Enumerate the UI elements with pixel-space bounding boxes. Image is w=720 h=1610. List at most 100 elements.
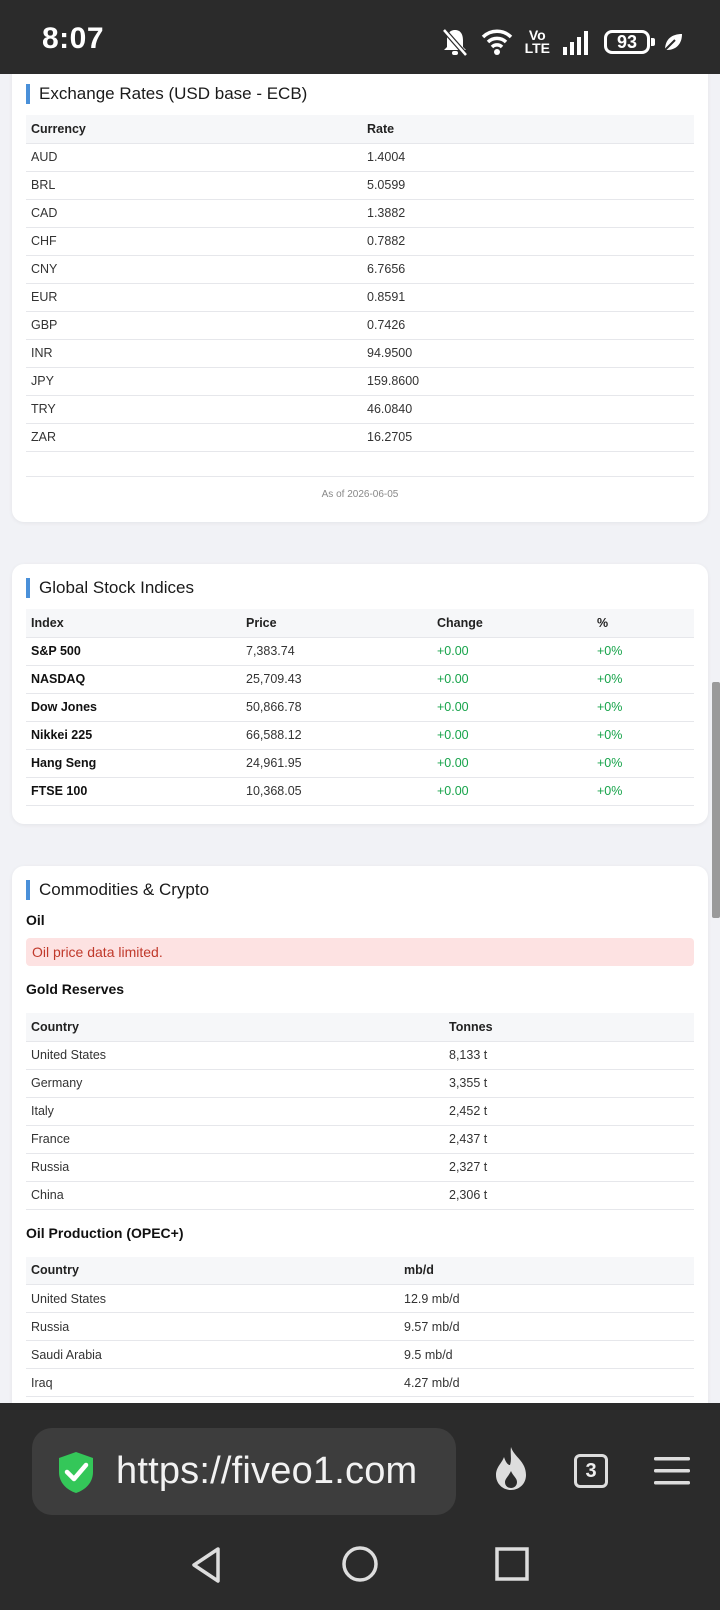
table-row: FTSE 100 10,368.05 +0.00 +0% [26, 777, 694, 806]
col-rate: Rate [362, 115, 694, 144]
col-tonnes: Tonnes [444, 1013, 694, 1042]
tonnes-cell: 2,452 t [444, 1097, 694, 1126]
table-row: Saudi Arabia 9.5 mb/d [26, 1340, 694, 1369]
rate-cell: 6.7656 [362, 255, 694, 284]
tonnes-cell: 2,327 t [444, 1153, 694, 1182]
commodities-title: Commodities & Crypto [26, 880, 694, 900]
table-row: Dow Jones 50,866.78 +0.00 +0% [26, 693, 694, 722]
currency-cell: JPY [26, 367, 362, 396]
percent-cell: +0% [592, 665, 694, 694]
table-row: ZAR 16.2705 [26, 423, 694, 452]
table-row: NASDAQ 25,709.43 +0.00 +0% [26, 665, 694, 694]
rate-cell: 46.0840 [362, 395, 694, 424]
table-row: AUD 1.4004 [26, 143, 694, 172]
recents-icon[interactable] [494, 1546, 530, 1582]
table-row: Nikkei 225 66,588.12 +0.00 +0% [26, 721, 694, 750]
page-content[interactable]: Exchange Rates (USD base - ECB) Currency… [0, 74, 720, 1403]
table-row: China 2,306 t [26, 1181, 694, 1210]
home-icon[interactable] [341, 1545, 379, 1583]
tonnes-cell: 8,133 t [444, 1041, 694, 1070]
rate-cell: 0.7882 [362, 227, 694, 256]
as-of-date: As of 2026-06-05 [26, 475, 694, 512]
commodities-card: Commodities & Crypto Oil Oil price data … [12, 866, 708, 1403]
currency-cell: EUR [26, 283, 362, 312]
production-cell: 12.9 mb/d [399, 1284, 694, 1313]
table-header-row: Index Price Change % [26, 609, 694, 638]
production-cell: 9.57 mb/d [399, 1312, 694, 1341]
table-row: Hang Seng 24,961.95 +0.00 +0% [26, 749, 694, 778]
table-header-row: Country Tonnes [26, 1013, 694, 1042]
currency-cell: TRY [26, 395, 362, 424]
rate-cell: 5.0599 [362, 171, 694, 200]
col-price: Price [241, 609, 432, 638]
gold-heading: Gold Reserves [26, 981, 125, 997]
index-name-cell: S&P 500 [26, 637, 241, 666]
change-cell: +0.00 [432, 637, 592, 666]
change-cell: +0.00 [432, 693, 592, 722]
status-icons: Vo LTE 93 [441, 24, 684, 60]
exchange-rates-table: Currency Rate AUD 1.4004 BRL 5.0599 CAD 1.388… [26, 115, 694, 452]
table-row: CNY 6.7656 [26, 255, 694, 284]
oil-alert: Oil price data limited. [26, 938, 694, 966]
table-row: EUR 0.8591 [26, 283, 694, 312]
table-row: Germany 3,355 t [26, 1069, 694, 1098]
table-row: United States 8,133 t [26, 1041, 694, 1070]
flame-icon[interactable] [492, 1445, 530, 1491]
address-bar[interactable]: https://fiveo1.com [32, 1428, 456, 1515]
rate-cell: 1.4004 [362, 143, 694, 172]
country-cell: France [26, 1125, 444, 1154]
table-row: INR 94.9500 [26, 339, 694, 368]
index-name-cell: Hang Seng [26, 749, 241, 778]
index-name-cell: FTSE 100 [26, 777, 241, 806]
price-cell: 25,709.43 [241, 665, 432, 694]
production-cell: 9.5 mb/d [399, 1340, 694, 1369]
browser-toolbar: https://fiveo1.com 3 [0, 1403, 720, 1525]
change-cell: +0.00 [432, 721, 592, 750]
opec-heading: Oil Production (OPEC+) [26, 1224, 184, 1241]
stock-indices-table: Index Price Change % S&P 500 7,383.74 +0.0… [26, 609, 694, 806]
table-row: CHF 0.7882 [26, 227, 694, 256]
production-cell: 4.27 mb/d [399, 1368, 694, 1397]
exchange-rates-card: Exchange Rates (USD base - ECB) Currency… [12, 74, 708, 522]
price-cell: 7,383.74 [241, 637, 432, 666]
table-row: Italy 2,452 t [26, 1097, 694, 1126]
country-cell: United States [26, 1284, 399, 1313]
battery-icon: 93 [604, 30, 655, 54]
col-index: Index [26, 609, 241, 638]
percent-cell: +0% [592, 721, 694, 750]
country-cell: Saudi Arabia [26, 1340, 399, 1369]
table-row: JPY 159.8600 [26, 367, 694, 396]
volte-bottom: LTE [524, 40, 550, 56]
rate-cell: 16.2705 [362, 423, 694, 452]
rate-cell: 94.9500 [362, 339, 694, 368]
table-header-row: Currency Rate [26, 115, 694, 144]
price-cell: 50,866.78 [241, 693, 432, 722]
price-cell: 66,588.12 [241, 721, 432, 750]
menu-icon[interactable] [654, 1455, 690, 1487]
exchange-rates-title: Exchange Rates (USD base - ECB) [26, 84, 694, 104]
price-cell: 10,368.05 [241, 777, 432, 806]
change-cell: +0.00 [432, 749, 592, 778]
currency-cell: CAD [26, 199, 362, 228]
status-bar: 8:07 Vo LTE 93 [0, 0, 720, 74]
stock-indices-card: Global Stock Indices Index Price Change … [12, 564, 708, 824]
change-cell: +0.00 [432, 777, 592, 806]
percent-cell: +0% [592, 693, 694, 722]
table-row: BRL 5.0599 [26, 171, 694, 200]
url-text: https://fiveo1.com [116, 1450, 418, 1492]
tab-switcher-button[interactable]: 3 [574, 1454, 608, 1488]
wifi-icon [481, 29, 512, 55]
table-row: France 2,437 t [26, 1125, 694, 1154]
secure-shield-icon [59, 1451, 93, 1493]
currency-cell: GBP [26, 311, 362, 340]
percent-cell: +0% [592, 749, 694, 778]
table-row: GBP 0.7426 [26, 311, 694, 340]
change-cell: +0.00 [432, 665, 592, 694]
table-row: Russia 9.57 mb/d [26, 1312, 694, 1341]
table-row: TRY 46.0840 [26, 395, 694, 424]
index-name-cell: Dow Jones [26, 693, 241, 722]
country-cell: Russia [26, 1312, 399, 1341]
back-icon[interactable] [188, 1545, 224, 1585]
opec-production-table: Country mb/d United States 12.9 mb/d Russi… [26, 1256, 694, 1397]
page-scrollbar[interactable] [712, 682, 720, 918]
